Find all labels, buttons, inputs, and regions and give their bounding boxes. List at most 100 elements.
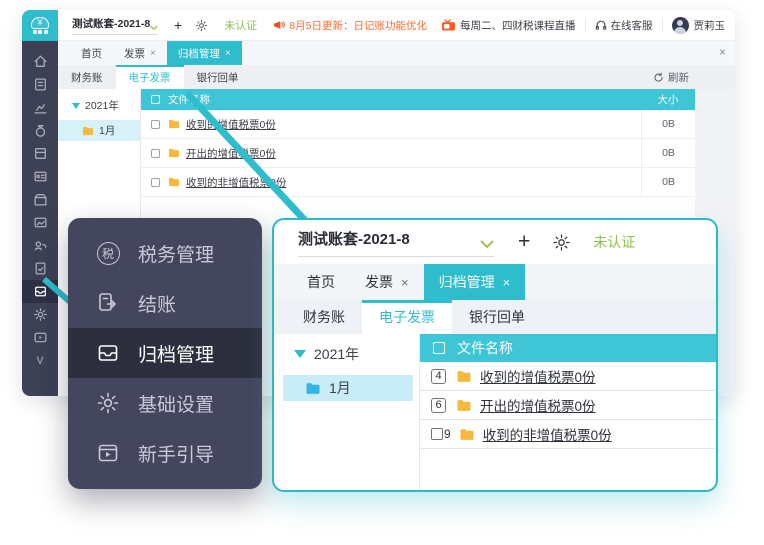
- select-all-checkbox[interactable]: [151, 95, 160, 104]
- folder-icon: [456, 370, 472, 383]
- menu-item-label: 税务管理: [138, 240, 214, 267]
- tab-close-icon[interactable]: ×: [401, 275, 409, 290]
- file-link[interactable]: 收到的非增值税票0份: [483, 424, 612, 444]
- subtab-bank[interactable]: 银行回单: [184, 65, 252, 89]
- file-link[interactable]: 收到的增值税票0份: [480, 366, 596, 386]
- file-link[interactable]: 开出的增值税票0份: [480, 395, 596, 415]
- row-checkbox[interactable]: 9: [431, 427, 451, 441]
- select-all-checkbox[interactable]: [433, 342, 445, 354]
- account-selector[interactable]: 测试账套-2021-8: [72, 16, 158, 35]
- tab-archive[interactable]: 归档管理×: [167, 41, 242, 65]
- sidebar-item-version[interactable]: V: [22, 349, 58, 372]
- document-check-icon: [33, 261, 48, 276]
- user-avatar[interactable]: [672, 17, 689, 34]
- sidebar-item-reports[interactable]: [22, 96, 58, 119]
- table-row[interactable]: 4 收到的增值税票0份: [420, 362, 716, 391]
- sidebar-item-archive[interactable]: [22, 280, 58, 303]
- row-checkbox[interactable]: [151, 178, 160, 187]
- tab-close-icon[interactable]: ×: [225, 48, 231, 59]
- settings-gear-icon[interactable]: [195, 19, 208, 32]
- sidebar-item-ledger[interactable]: [22, 73, 58, 96]
- account-name: 测试账套-2021-8: [298, 228, 410, 249]
- chevron-down-icon: [480, 240, 494, 249]
- table-row[interactable]: 收到的非增值税票0份 0B: [141, 168, 695, 197]
- menu-item-label: 基础设置: [138, 390, 214, 417]
- tree-node-month[interactable]: 1月: [283, 375, 413, 401]
- tree-node-month[interactable]: 1月: [58, 120, 140, 141]
- certification-status[interactable]: 未认证: [224, 17, 257, 33]
- subtab-einvoice[interactable]: 电子发票: [362, 300, 452, 334]
- sidebar-item-closing[interactable]: [22, 257, 58, 280]
- account-selector[interactable]: 测试账套-2021-8: [298, 228, 494, 257]
- close-icon[interactable]: ×: [719, 45, 726, 59]
- sidebar-item-guide[interactable]: [22, 326, 58, 349]
- column-header-name[interactable]: 文件名称: [457, 338, 513, 358]
- tree-node-year[interactable]: 2021年: [58, 89, 140, 120]
- subtab-bank[interactable]: 银行回单: [452, 300, 542, 334]
- online-support-link[interactable]: 在线客服: [595, 18, 653, 33]
- invoice-card-icon: [33, 169, 48, 184]
- sidebar-item-invoices[interactable]: [22, 165, 58, 188]
- tab-close-icon[interactable]: ×: [150, 48, 156, 59]
- table-header-row: 文件名称 大小: [141, 89, 695, 110]
- subtab-finance[interactable]: 财务账: [58, 65, 116, 89]
- row-checkbox[interactable]: 4: [431, 369, 446, 384]
- sidebar-item-salary[interactable]: [22, 188, 58, 211]
- logo-wordmark: [33, 30, 48, 34]
- menu-item-archive[interactable]: 归档管理: [68, 328, 262, 378]
- table-row[interactable]: 6 开出的增值税票0份: [420, 391, 716, 420]
- tab-home[interactable]: 首页: [70, 41, 113, 65]
- tax-icon: 税: [95, 240, 121, 266]
- menu-item-guide[interactable]: 新手引导: [68, 428, 262, 478]
- column-header-name[interactable]: 文件名称: [168, 92, 641, 107]
- sidebar-item-funds[interactable]: [22, 119, 58, 142]
- sidebar-item-home[interactable]: [22, 50, 58, 73]
- table-row[interactable]: 开出的增值税票0份 0B: [141, 139, 695, 168]
- tab-invoice[interactable]: 发票×: [350, 264, 424, 300]
- tab-close-icon[interactable]: ×: [503, 275, 511, 290]
- tab-home[interactable]: 首页: [292, 264, 350, 300]
- file-link[interactable]: 收到的增值税票0份: [186, 117, 276, 132]
- refresh-button[interactable]: 刷新: [653, 65, 689, 89]
- sidebar-item-vouchers[interactable]: [22, 142, 58, 165]
- subtab-finance[interactable]: 财务账: [286, 300, 362, 334]
- folder-tree: 2021年 1月: [274, 334, 420, 490]
- tree-node-year[interactable]: 2021年: [274, 334, 419, 372]
- username[interactable]: 贾莉玉: [694, 18, 726, 33]
- folder-icon: [168, 148, 180, 158]
- add-account-button[interactable]: +: [518, 230, 530, 254]
- tree-month-label: 1月: [329, 378, 351, 398]
- live-course-link[interactable]: 每周二、四财税课程直播: [441, 18, 576, 33]
- tab-archive[interactable]: 归档管理×: [424, 264, 526, 300]
- tab-invoice[interactable]: 发票×: [113, 41, 167, 65]
- row-checkbox[interactable]: [151, 149, 160, 158]
- table-row[interactable]: 9 收到的非增值税票0份: [420, 420, 716, 449]
- menu-item-tax[interactable]: 税 税务管理: [68, 228, 262, 278]
- subtab-einvoice[interactable]: 电子发票: [116, 65, 184, 89]
- headset-icon: [595, 19, 607, 31]
- row-checkbox[interactable]: [151, 120, 160, 129]
- file-link[interactable]: 开出的增值税票0份: [186, 146, 276, 161]
- menu-item-label: 归档管理: [138, 340, 214, 367]
- sidebar-item-assets[interactable]: [22, 211, 58, 234]
- column-header-size[interactable]: 大小: [641, 92, 695, 107]
- announcement-text: 8月5日更新：日记账功能优化: [289, 18, 427, 33]
- chevron-down-icon: [150, 25, 158, 31]
- announcement[interactable]: 8月5日更新：日记账功能优化: [272, 18, 427, 33]
- sidebar-item-contacts[interactable]: [22, 234, 58, 257]
- shop-icon: [33, 192, 48, 207]
- app-logo[interactable]: ¥: [22, 10, 58, 41]
- menu-item-settings[interactable]: 基础设置: [68, 378, 262, 428]
- folder-icon: [456, 399, 472, 412]
- row-checkbox[interactable]: 6: [431, 398, 446, 413]
- file-size: 0B: [641, 168, 695, 196]
- file-link[interactable]: 收到的非增值税票0份: [186, 175, 286, 190]
- certification-status[interactable]: 未认证: [593, 232, 635, 252]
- refresh-icon: [653, 72, 664, 83]
- table-row[interactable]: 收到的增值税票0份 0B: [141, 110, 695, 139]
- settings-gear-icon[interactable]: [552, 233, 571, 252]
- sidebar-item-settings[interactable]: [22, 303, 58, 326]
- add-account-button[interactable]: +: [174, 17, 182, 33]
- menu-item-closing[interactable]: 结账: [68, 278, 262, 328]
- menu-item-label: 新手引导: [138, 440, 214, 467]
